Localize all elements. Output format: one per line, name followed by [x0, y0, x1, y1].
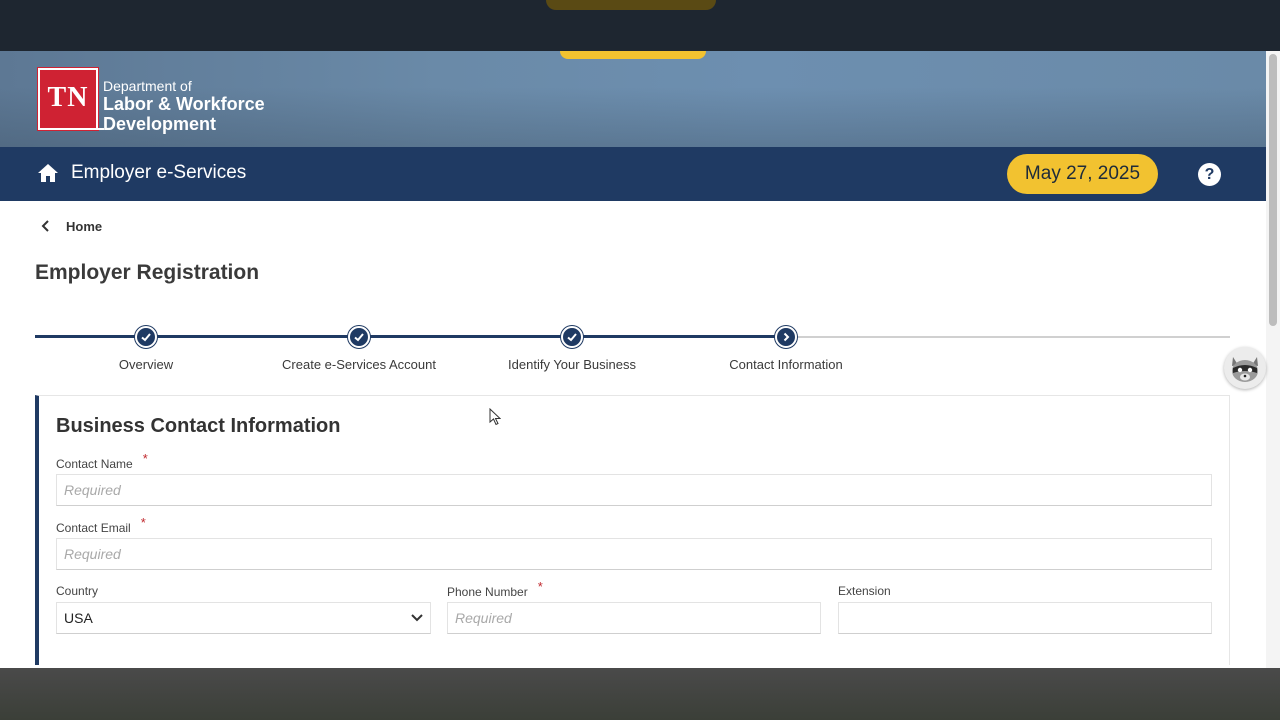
breadcrumb-home-link[interactable]: Home	[66, 219, 102, 234]
step-complete-dot	[348, 326, 370, 348]
card-title: Business Contact Information	[56, 415, 341, 437]
date-badge: May 27, 2025	[1007, 154, 1158, 194]
checkmark-icon	[141, 333, 151, 342]
checkmark-icon	[567, 333, 577, 342]
contact-email-label: Contact Email *	[56, 515, 146, 535]
dept-line2: Labor & Workforce	[103, 94, 265, 114]
country-label: Country	[56, 584, 99, 598]
skip-link-tab[interactable]	[560, 51, 706, 59]
page-title: Employer Registration	[35, 261, 260, 284]
top-video-strip	[0, 0, 1280, 51]
contact-email-label-text: Contact Email	[56, 521, 131, 535]
ghost-button-shape	[546, 0, 716, 10]
chevron-left-icon[interactable]	[40, 219, 52, 233]
country-select-value: USA	[64, 610, 93, 626]
contact-name-label: Contact Name *	[56, 451, 148, 471]
phone-number-label-text: Phone Number	[447, 585, 528, 599]
chevron-down-icon	[411, 614, 423, 622]
contact-name-label-text: Contact Name	[56, 457, 133, 471]
page-scrollbar[interactable]	[1266, 51, 1280, 668]
department-name: Department of Labor & Workforce Developm…	[103, 78, 265, 134]
step-complete-dot	[561, 326, 583, 348]
dept-line1: Department of	[103, 78, 192, 94]
app-title[interactable]: Employer e-Services	[71, 162, 246, 184]
home-icon[interactable]	[37, 163, 59, 183]
required-asterisk: *	[537, 579, 543, 594]
step-label: Identify Your Business	[508, 357, 636, 372]
business-contact-card: Business Contact Information Contact Nam…	[35, 395, 1230, 665]
raccoon-icon	[1232, 357, 1258, 382]
top-navbar: Employer e-Services May 27, 2025 ?	[0, 147, 1266, 201]
step-label: Create e-Services Account	[282, 357, 436, 372]
registration-stepper: Overview Create e-Services Account Ident…	[35, 323, 1230, 373]
extension-label: Extension	[838, 584, 891, 598]
contact-email-input[interactable]: Required	[56, 538, 1212, 570]
step-label: Overview	[118, 357, 174, 372]
dept-line3: Development	[103, 114, 217, 134]
country-select[interactable]: USA	[56, 602, 431, 634]
browser-viewport: TN Department of Labor & Workforce Devel…	[0, 51, 1280, 668]
phone-number-label: Phone Number *	[447, 579, 543, 599]
step-identify-business[interactable]: Identify Your Business	[472, 323, 672, 372]
step-current-dot	[775, 326, 797, 348]
extension-input[interactable]	[838, 602, 1212, 634]
bottom-video-strip	[0, 668, 1280, 720]
step-create-account[interactable]: Create e-Services Account	[259, 323, 459, 372]
contact-name-input[interactable]: Required	[56, 474, 1212, 506]
breadcrumb: Home	[40, 216, 102, 236]
step-overview[interactable]: Overview	[46, 323, 246, 372]
required-asterisk: *	[140, 515, 146, 530]
step-contact-information[interactable]: Contact Information	[686, 323, 886, 372]
scrollbar-thumb[interactable]	[1269, 54, 1277, 326]
help-icon[interactable]: ?	[1198, 163, 1221, 186]
phone-number-input[interactable]: Required	[447, 602, 821, 634]
step-complete-dot	[135, 326, 157, 348]
chevron-right-icon	[783, 332, 790, 342]
raccoon-assistant-icon[interactable]	[1224, 347, 1266, 389]
mouse-cursor-icon	[489, 408, 501, 426]
header-banner: TN Department of Labor & Workforce Devel…	[0, 51, 1266, 147]
tn-logo[interactable]: TN	[38, 68, 98, 130]
checkmark-icon	[354, 333, 364, 342]
tn-logo-text: TN	[47, 82, 89, 113]
required-asterisk: *	[142, 451, 148, 466]
step-label: Contact Information	[729, 357, 843, 372]
